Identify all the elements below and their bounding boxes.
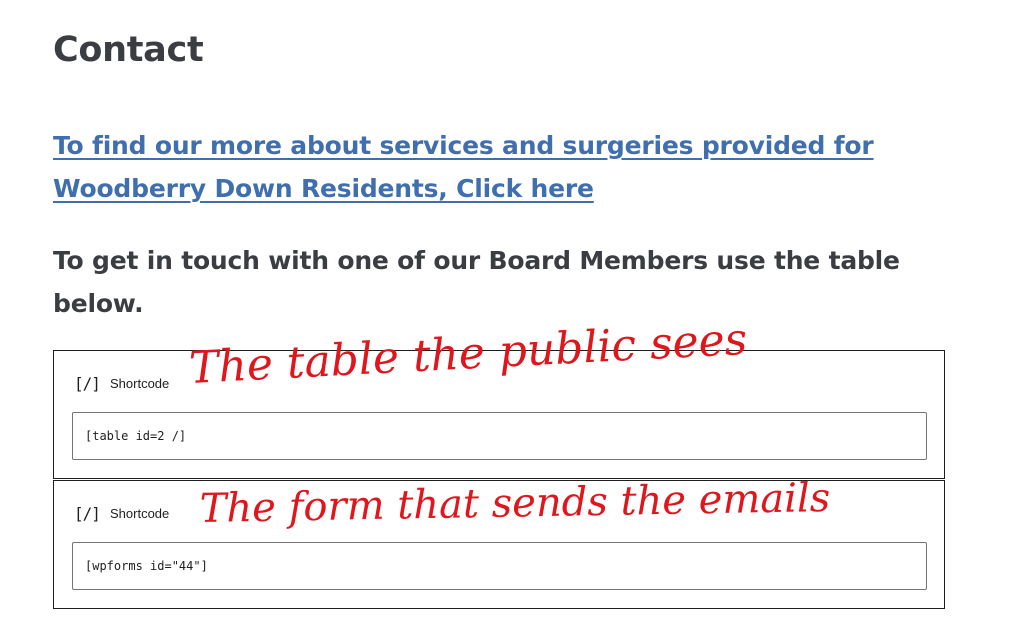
page-title: Contact [53, 30, 204, 70]
shortcode-icon: [/] [74, 373, 101, 393]
intro-text: To get in touch with one of our Board Me… [53, 246, 900, 318]
shortcode-block-form[interactable]: [/] Shortcode [53, 480, 945, 609]
shortcode-input[interactable] [72, 412, 927, 460]
shortcode-block-table[interactable]: [/] Shortcode [53, 350, 945, 479]
shortcode-input[interactable] [72, 542, 927, 590]
shortcode-icon: [/] [74, 503, 101, 523]
block-label: Shortcode [110, 505, 170, 521]
block-header: [/] Shortcode [74, 373, 169, 393]
services-link[interactable]: To find our more about services and surg… [53, 124, 893, 210]
block-header: [/] Shortcode [74, 503, 169, 523]
block-label: Shortcode [110, 375, 170, 391]
